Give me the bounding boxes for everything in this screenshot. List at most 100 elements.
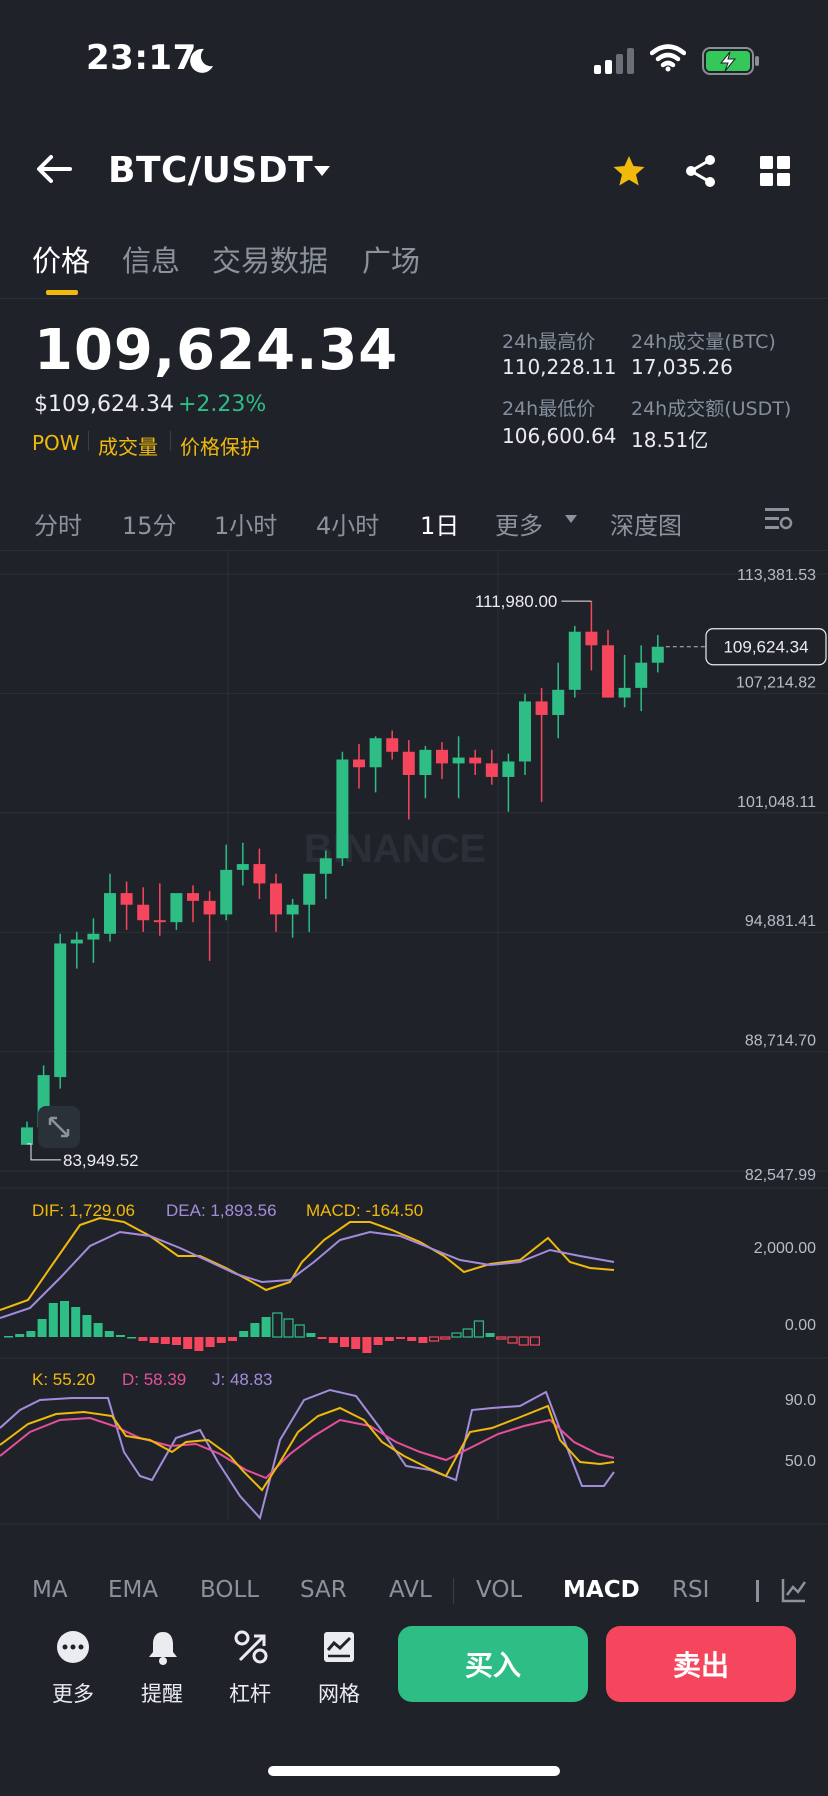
- leverage-label[interactable]: 杠杆: [210, 1678, 290, 1708]
- more-label[interactable]: 更多: [33, 1678, 113, 1708]
- more-icon[interactable]: [56, 1630, 90, 1664]
- candle[interactable]: [519, 701, 531, 762]
- candle[interactable]: [386, 738, 399, 752]
- macd-histogram-bar: [239, 1331, 249, 1337]
- macd-histogram-bar: [518, 1336, 529, 1346]
- indicator-avl[interactable]: AVL: [389, 1577, 432, 1603]
- indicator-rsi[interactable]: RSI: [672, 1577, 709, 1603]
- macd-histogram-bar: [384, 1337, 394, 1341]
- candle[interactable]: [187, 893, 199, 901]
- candle[interactable]: [452, 757, 465, 764]
- grid-menu-icon[interactable]: [760, 156, 790, 186]
- candle[interactable]: [286, 904, 299, 915]
- candle[interactable]: [137, 904, 150, 921]
- interval-depth[interactable]: 深度图: [610, 506, 682, 541]
- candle[interactable]: [469, 757, 482, 764]
- macd-histogram-bar: [451, 1332, 462, 1338]
- tag-price-protection[interactable]: 价格保护: [180, 431, 260, 460]
- interval-1d[interactable]: 1日: [420, 506, 459, 541]
- interval-1h[interactable]: 1小时: [214, 506, 277, 541]
- indicator-vol[interactable]: VOL: [476, 1577, 522, 1603]
- macd-histogram-bar: [306, 1333, 316, 1337]
- candle[interactable]: [236, 864, 249, 870]
- interval-4h[interactable]: 4小时: [316, 506, 379, 541]
- candle[interactable]: [568, 631, 581, 690]
- macd-histogram-bar: [138, 1337, 148, 1341]
- tag-separator: [170, 431, 171, 451]
- candle[interactable]: [502, 761, 515, 777]
- chart-settings-icon[interactable]: [764, 506, 794, 532]
- fullscreen-button[interactable]: [38, 1106, 80, 1148]
- candle[interactable]: [21, 1127, 33, 1145]
- share-icon[interactable]: [684, 154, 718, 188]
- candle[interactable]: [618, 687, 631, 698]
- candle[interactable]: [303, 873, 316, 905]
- sell-button[interactable]: 卖出: [606, 1626, 796, 1702]
- back-arrow-icon[interactable]: [34, 152, 74, 186]
- indicator-ma[interactable]: MA: [32, 1577, 68, 1603]
- interval-15m[interactable]: 15分: [122, 506, 177, 541]
- kdj-axis-label: 90.0: [785, 1392, 816, 1409]
- candle[interactable]: [253, 864, 266, 884]
- candle[interactable]: [585, 631, 598, 646]
- caret-down-icon[interactable]: [564, 514, 578, 524]
- tag-pow[interactable]: POW: [32, 431, 80, 455]
- candle[interactable]: [120, 893, 133, 905]
- indicator-boll[interactable]: BOLL: [200, 1577, 259, 1603]
- candlestick-chart[interactable]: BINANCE 113,381.53107,214.82101,048.1194…: [0, 550, 828, 1525]
- candle[interactable]: [336, 759, 349, 859]
- grid-trading-icon[interactable]: [322, 1630, 356, 1664]
- interval-more[interactable]: 更多: [495, 506, 543, 541]
- candle[interactable]: [70, 939, 83, 944]
- candle[interactable]: [651, 646, 664, 663]
- macd-dif-line: [0, 1216, 615, 1311]
- macd-histogram-bar: [407, 1337, 417, 1341]
- candle[interactable]: [54, 943, 67, 1078]
- candle[interactable]: [635, 662, 648, 688]
- indicator-overflow: [756, 1580, 759, 1602]
- candle[interactable]: [485, 763, 498, 777]
- interval-line[interactable]: 分时: [34, 506, 82, 541]
- candle[interactable]: [353, 759, 365, 768]
- candle[interactable]: [402, 751, 415, 776]
- candle[interactable]: [87, 933, 100, 940]
- kdj-d-label: D: 58.39: [122, 1370, 186, 1389]
- candle[interactable]: [220, 869, 233, 915]
- candle[interactable]: [203, 900, 216, 915]
- tab-square[interactable]: 广场: [362, 238, 420, 280]
- macd-histogram-bar: [216, 1337, 226, 1343]
- bell-icon[interactable]: [146, 1630, 180, 1666]
- tab-price[interactable]: 价格: [32, 238, 90, 280]
- leverage-icon[interactable]: [234, 1630, 268, 1664]
- trading-pair-selector[interactable]: BTC/USDT: [108, 150, 313, 191]
- indicator-ema[interactable]: EMA: [108, 1577, 158, 1603]
- candle[interactable]: [436, 749, 448, 764]
- indicator-macd[interactable]: MACD: [563, 1577, 640, 1603]
- candle[interactable]: [419, 749, 432, 776]
- home-indicator[interactable]: [268, 1766, 560, 1776]
- macd-value-label: MACD: -164.50: [306, 1201, 423, 1220]
- candle[interactable]: [369, 738, 382, 768]
- candle[interactable]: [153, 920, 166, 923]
- tag-volume[interactable]: 成交量: [98, 431, 158, 460]
- candle[interactable]: [170, 893, 183, 923]
- buy-button[interactable]: 买入: [398, 1626, 588, 1702]
- favorite-star-icon[interactable]: [612, 155, 646, 187]
- candle[interactable]: [319, 858, 332, 874]
- alert-label[interactable]: 提醒: [122, 1678, 202, 1708]
- kdj-j-label: J: 48.83: [212, 1370, 273, 1389]
- tab-info[interactable]: 信息: [122, 238, 180, 280]
- min-price-label: 83,949.52: [63, 1151, 139, 1170]
- kdj-j-line: [0, 1388, 615, 1521]
- indicator-chart-icon[interactable]: [780, 1576, 808, 1604]
- macd-histogram-bar: [104, 1331, 114, 1337]
- candle[interactable]: [552, 689, 565, 715]
- caret-down-icon[interactable]: [312, 164, 332, 178]
- grid-label[interactable]: 网格: [299, 1678, 379, 1708]
- tab-trading-data[interactable]: 交易数据: [212, 238, 328, 280]
- indicator-sar[interactable]: SAR: [300, 1577, 347, 1603]
- candle[interactable]: [535, 701, 548, 715]
- candle[interactable]: [270, 883, 282, 915]
- candle[interactable]: [104, 893, 116, 934]
- candle[interactable]: [602, 645, 614, 698]
